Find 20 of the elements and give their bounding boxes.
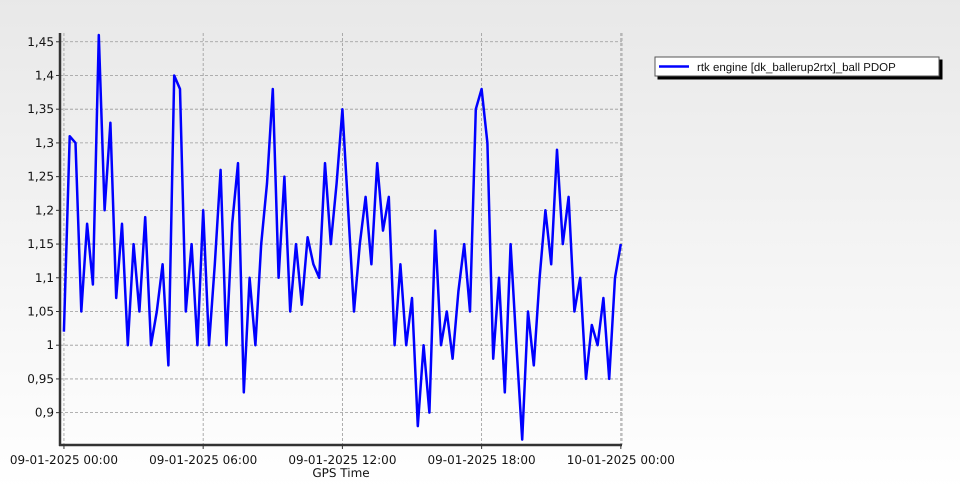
- y-tick-label: 1,1: [34, 270, 54, 285]
- y-tick-label: 1,45: [27, 34, 54, 49]
- y-tick-label: 1,05: [27, 304, 54, 318]
- y-tick-label: 0,9: [34, 406, 54, 420]
- legend-label: rtk engine [dk_ballerup2rtx]_ball PDOP: [697, 62, 896, 74]
- x-tick-label: 09-01-2025 00:00: [10, 453, 118, 467]
- x-tick-label: 10-01-2025 00:00: [566, 453, 675, 467]
- x-tick-label: 09-01-2025 06:00: [149, 453, 258, 467]
- y-tick-label: 1,3: [34, 136, 54, 150]
- x-tick-label: 09-01-2025 18:00: [428, 453, 536, 467]
- y-tick-label: 1,4: [34, 68, 54, 82]
- y-tick-label: 1,35: [27, 102, 54, 116]
- y-tick-label: 1,2: [34, 203, 54, 218]
- y-tick-label: 0,95: [27, 372, 54, 386]
- y-tick-label: 1: [46, 338, 54, 352]
- y-tick-label: 1,15: [27, 237, 54, 252]
- y-tick-label: 1,25: [27, 170, 54, 184]
- x-axis-title: GPS Time: [312, 466, 370, 480]
- legend-swatch: [659, 65, 689, 68]
- x-tick-label: 09-01-2025 12:00: [288, 453, 396, 467]
